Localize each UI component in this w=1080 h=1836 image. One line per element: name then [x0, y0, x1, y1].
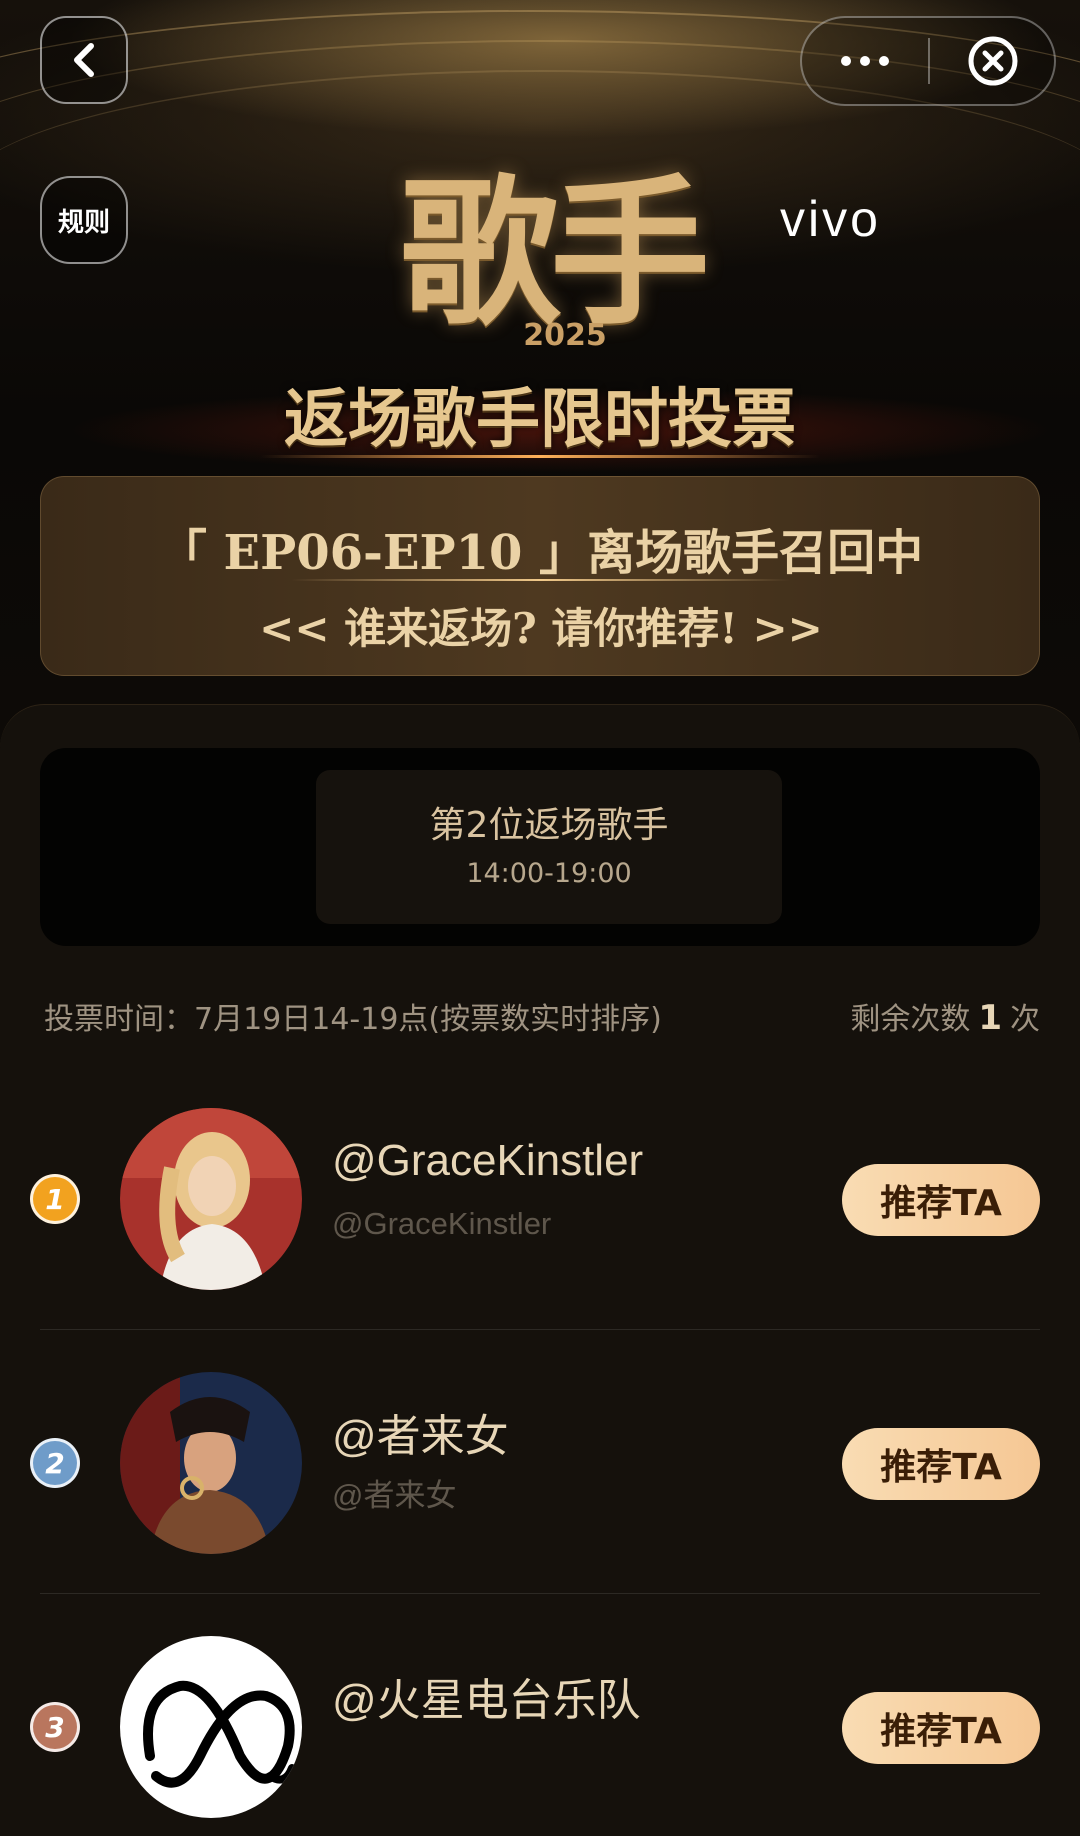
rank-badge: 2	[30, 1438, 80, 1488]
rank-badge: 1	[30, 1174, 80, 1224]
rules-button[interactable]: 规则	[40, 176, 128, 264]
back-button[interactable]	[40, 16, 128, 104]
list-item: 1 @GraceKinstler @GraceKinstler 推荐TA	[0, 1066, 1080, 1330]
singer-handle: @GraceKinstler	[332, 1206, 552, 1241]
close-button[interactable]	[932, 18, 1054, 104]
show-logo: 歌手	[399, 159, 710, 347]
vote-time-info: 投票时间：7月19日14-19点(按票数实时排序)	[44, 1002, 662, 1037]
list-item: 2 @者来女 @者来女 推荐TA	[0, 1330, 1080, 1594]
rank-badge: 3	[30, 1702, 80, 1752]
recall-banner: 「 EP06-EP10 」离场歌手召回中 << 谁来返场? 请你推荐! >>	[40, 476, 1040, 676]
more-dots-icon	[841, 56, 889, 66]
avatar	[120, 1636, 302, 1818]
banner-subline: << 谁来返场? 请你推荐! >>	[259, 604, 823, 653]
chevron-left-icon	[74, 43, 94, 77]
recommend-button[interactable]: 推荐TA	[842, 1164, 1040, 1236]
round-card: 第2位返场歌手 14:00-19:00	[316, 770, 782, 924]
remaining-votes: 剩余次数 1 次	[760, 994, 1040, 1038]
show-logo-year: 2025	[523, 318, 607, 353]
page-title: 返场歌手限时投票	[284, 382, 796, 457]
banner-divider	[291, 579, 791, 581]
singer-name: @者来女	[332, 1412, 509, 1461]
singer-name: @GraceKinstler	[332, 1136, 644, 1185]
title-glow-line	[260, 455, 820, 458]
banner-headline: 「 EP06-EP10 」离场歌手召回中	[158, 525, 924, 581]
sponsor-logo: vivo	[780, 191, 881, 247]
round-time: 14:00-19:00	[466, 858, 632, 889]
singer-name: @火星电台乐队	[332, 1676, 641, 1725]
mini-program-capsule	[800, 16, 1056, 106]
avatar	[120, 1372, 302, 1554]
avatar	[120, 1108, 302, 1290]
more-button[interactable]	[802, 18, 928, 104]
remaining-count: 1	[978, 998, 1002, 1038]
list-item: 3 @火星电台乐队 推荐TA	[0, 1594, 1080, 1836]
remaining-unit: 次	[1010, 1002, 1040, 1037]
close-circle-icon	[968, 36, 1018, 86]
singer-handle: @者来女	[332, 1478, 457, 1513]
round-title: 第2位返场歌手	[429, 805, 669, 846]
capsule-divider	[928, 38, 930, 84]
recommend-button[interactable]: 推荐TA	[842, 1428, 1040, 1500]
remaining-label: 剩余次数	[850, 1002, 971, 1037]
recommend-button[interactable]: 推荐TA	[842, 1692, 1040, 1764]
